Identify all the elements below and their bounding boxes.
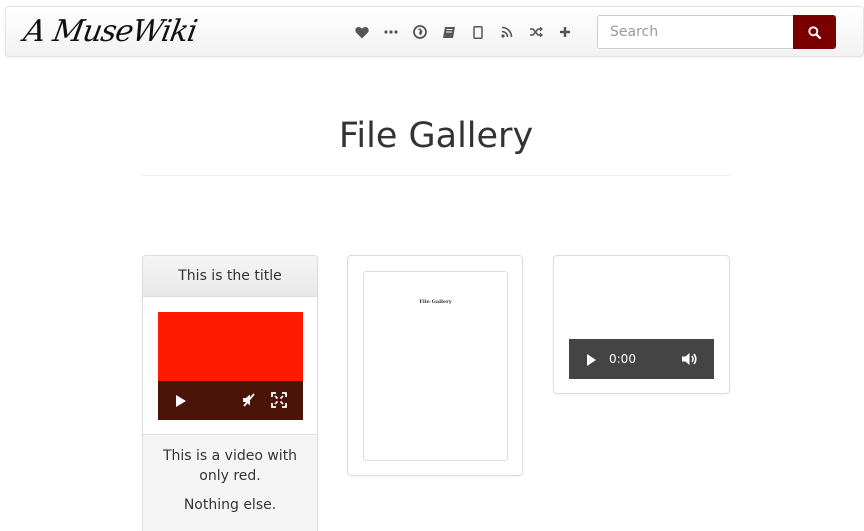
pdf-thumbnail[interactable]: File Gallery [363,271,508,461]
caption-line: Nothing else. [183,497,277,513]
plus-icon[interactable] [553,20,577,44]
search-input[interactable] [597,15,793,49]
gallery-card-audio: 0:00 [553,255,730,394]
video-player[interactable] [158,312,303,420]
gallery-card-video: This is the title This is a video with o… [142,255,318,531]
navbar: A MuseWiki [5,6,864,57]
audio-time: 0:00 [609,352,636,366]
volume-icon[interactable] [681,351,698,371]
search-form [597,15,836,49]
globe-icon[interactable] [408,20,432,44]
book-icon[interactable] [437,20,461,44]
card-caption: This is a video with only red. Nothing e… [143,435,317,515]
site-logo[interactable]: A MuseWiki [20,9,200,55]
rss-icon[interactable] [495,20,519,44]
title-divider [142,175,730,176]
pdf-thumbnail-title: File Gallery [419,299,452,305]
caption-line: This is a video with only red. [162,448,298,484]
audio-player[interactable]: 0:00 [569,339,714,379]
mute-icon[interactable] [241,392,257,412]
fullscreen-icon[interactable] [271,392,287,412]
tablet-icon[interactable] [466,20,490,44]
gallery-card-pdf: File Gallery [347,255,523,476]
nav-icon-bar [350,20,582,44]
card-body [143,297,317,435]
play-icon[interactable] [586,352,597,371]
search-icon [808,25,821,39]
play-icon[interactable] [175,393,187,412]
more-icon[interactable] [379,20,403,44]
video-controls [158,381,303,420]
card-title: This is the title [143,256,317,297]
search-button[interactable] [793,15,836,49]
heart-icon[interactable] [350,20,374,44]
random-icon[interactable] [524,20,548,44]
page-title: File Gallery [338,116,534,156]
